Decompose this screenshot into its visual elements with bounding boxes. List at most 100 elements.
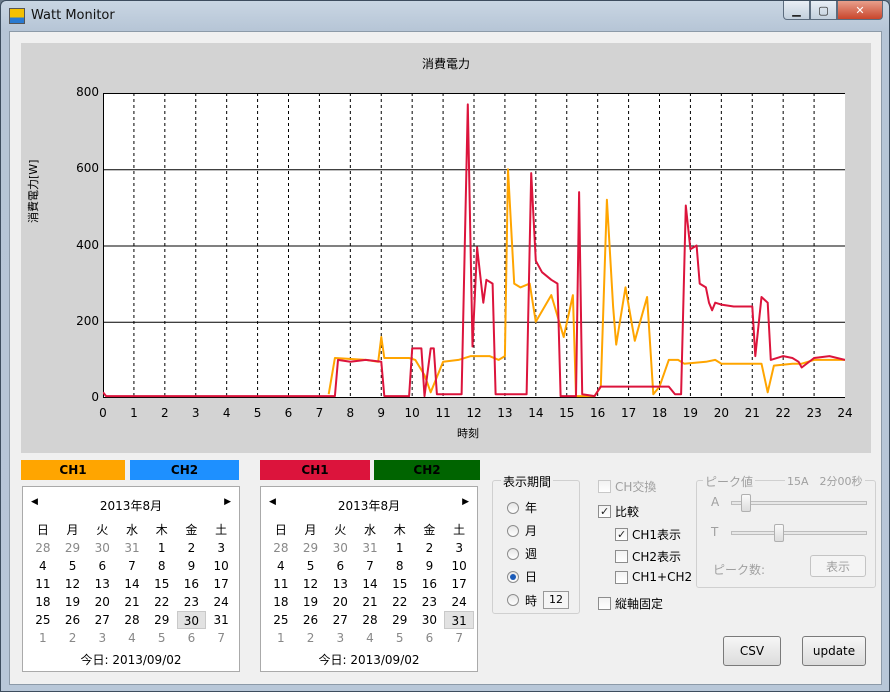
close-button[interactable]: ✕ — [837, 1, 883, 20]
calendar-day[interactable]: 13 — [325, 575, 355, 593]
period-radio[interactable] — [507, 524, 519, 537]
calendar-today[interactable]: 今日: 2013/09/02 — [261, 651, 477, 668]
ch2-show-box[interactable] — [615, 550, 628, 563]
calendar-day[interactable]: 15 — [147, 575, 177, 593]
calendar-day[interactable]: 5 — [58, 557, 88, 575]
peak-t-slider[interactable] — [731, 531, 867, 535]
peak-a-thumb[interactable] — [741, 494, 752, 512]
ch-swap-box[interactable] — [598, 480, 611, 493]
calendar-day[interactable]: 2 — [58, 629, 88, 647]
calendar-day[interactable]: 8 — [147, 557, 177, 575]
calendar-day[interactable]: 16 — [415, 575, 445, 593]
calendar-day[interactable]: 5 — [296, 557, 326, 575]
calendar-day[interactable]: 30 — [176, 611, 207, 629]
period-radio[interactable] — [507, 547, 519, 560]
peak-t-thumb[interactable] — [773, 524, 784, 542]
calendar-day[interactable]: 26 — [296, 611, 326, 629]
calendar-day[interactable]: 3 — [325, 629, 355, 647]
calendar-day[interactable]: 2 — [415, 539, 445, 557]
calendar-day[interactable]: 6 — [415, 629, 445, 647]
calendar-day[interactable]: 22 — [147, 593, 177, 611]
period-option[interactable]: 年 — [507, 499, 537, 516]
calendar-day[interactable]: 17 — [206, 575, 236, 593]
calendar-day[interactable]: 7 — [444, 629, 474, 647]
calendar-day[interactable]: 5 — [385, 629, 415, 647]
period-radio[interactable] — [507, 570, 519, 583]
calendar-day[interactable]: 6 — [177, 629, 207, 647]
calendar-day[interactable]: 18 — [266, 593, 296, 611]
ch1-show-box[interactable] — [615, 528, 628, 541]
calendar-day[interactable]: 12 — [58, 575, 88, 593]
calendar-day[interactable]: 28 — [117, 611, 147, 629]
calendar-day[interactable]: 4 — [28, 557, 58, 575]
calendar-day[interactable]: 29 — [385, 611, 415, 629]
left-tab-ch1[interactable]: CH1 — [21, 460, 125, 480]
calendar-day[interactable]: 20 — [87, 593, 117, 611]
calendar-day[interactable]: 9 — [177, 557, 207, 575]
calendar-day[interactable]: 10 — [206, 557, 236, 575]
peak-a-slider[interactable] — [731, 501, 867, 505]
calendar-today[interactable]: 今日: 2013/09/02 — [23, 651, 239, 668]
period-option[interactable]: 日 — [507, 568, 537, 585]
left-tab-ch2[interactable]: CH2 — [130, 460, 239, 480]
calendar-day[interactable]: 30 — [415, 611, 445, 629]
calendar-day[interactable]: 31 — [117, 539, 147, 557]
calendar-day[interactable]: 19 — [296, 593, 326, 611]
update-button[interactable]: update — [802, 636, 866, 666]
maximize-button[interactable]: ▢ — [810, 1, 837, 20]
minimize-button[interactable]: ▁ — [783, 1, 810, 20]
fix-axis-box[interactable] — [598, 597, 611, 610]
calendar-day[interactable]: 24 — [206, 593, 236, 611]
calendar-day[interactable]: 29 — [147, 611, 177, 629]
ch1-ch2-box[interactable] — [615, 570, 628, 584]
calendar-day[interactable]: 31 — [355, 539, 385, 557]
fix-axis-checkbox[interactable]: 縦軸固定 — [598, 595, 663, 612]
calendar-day[interactable]: 27 — [325, 611, 355, 629]
calendar-day[interactable]: 31 — [444, 611, 474, 629]
calendar-day[interactable]: 29 — [296, 539, 326, 557]
period-option[interactable]: 時 12 — [507, 591, 570, 609]
calendar-day[interactable]: 21 — [355, 593, 385, 611]
calendar-day[interactable]: 11 — [266, 575, 296, 593]
calendar-day[interactable]: 25 — [266, 611, 296, 629]
calendar-day[interactable]: 13 — [87, 575, 117, 593]
title-bar[interactable]: Watt Monitor ▁ ▢ ✕ — [1, 1, 889, 31]
calendar-day[interactable]: 28 — [28, 539, 58, 557]
period-option[interactable]: 週 — [507, 545, 537, 562]
calendar-day[interactable]: 2 — [296, 629, 326, 647]
ch-swap-checkbox[interactable]: CH交換 — [598, 478, 656, 495]
calendar-day[interactable]: 8 — [385, 557, 415, 575]
right-tab-ch2[interactable]: CH2 — [374, 460, 480, 480]
calendar-day[interactable]: 15 — [385, 575, 415, 593]
period-radio[interactable] — [507, 594, 519, 606]
calendar-day[interactable]: 1 — [385, 539, 415, 557]
calendar-day[interactable]: 3 — [444, 539, 474, 557]
ch2-show-checkbox[interactable]: CH2表示 — [615, 548, 681, 565]
calendar-day[interactable]: 26 — [58, 611, 88, 629]
calendar-day[interactable]: 7 — [206, 629, 236, 647]
calendar-day[interactable]: 1 — [266, 629, 296, 647]
calendar-day[interactable]: 28 — [355, 611, 385, 629]
calendar-day[interactable]: 16 — [177, 575, 207, 593]
calendar-day[interactable]: 6 — [325, 557, 355, 575]
calendar-day[interactable]: 29 — [58, 539, 88, 557]
calendar-day[interactable]: 17 — [444, 575, 474, 593]
calendar-day[interactable]: 18 — [28, 593, 58, 611]
calendar-day[interactable]: 19 — [58, 593, 88, 611]
calendar-day[interactable]: 1 — [28, 629, 58, 647]
calendar-day[interactable]: 30 — [325, 539, 355, 557]
compare-checkbox[interactable]: 比較 — [598, 503, 639, 520]
period-option[interactable]: 月 — [507, 522, 537, 539]
calendar-day[interactable]: 21 — [117, 593, 147, 611]
calendar-day[interactable]: 7 — [117, 557, 147, 575]
calendar-day[interactable]: 23 — [177, 593, 207, 611]
calendar-day[interactable]: 2 — [177, 539, 207, 557]
calendar-day[interactable]: 9 — [415, 557, 445, 575]
right-tab-ch1[interactable]: CH1 — [260, 460, 370, 480]
ch1-ch2-checkbox[interactable]: CH1+CH2 — [615, 570, 692, 584]
calendar-day[interactable]: 3 — [87, 629, 117, 647]
calendar-day[interactable]: 14 — [355, 575, 385, 593]
calendar-day[interactable]: 27 — [87, 611, 117, 629]
calendar-day[interactable]: 23 — [415, 593, 445, 611]
calendar-day[interactable]: 7 — [355, 557, 385, 575]
